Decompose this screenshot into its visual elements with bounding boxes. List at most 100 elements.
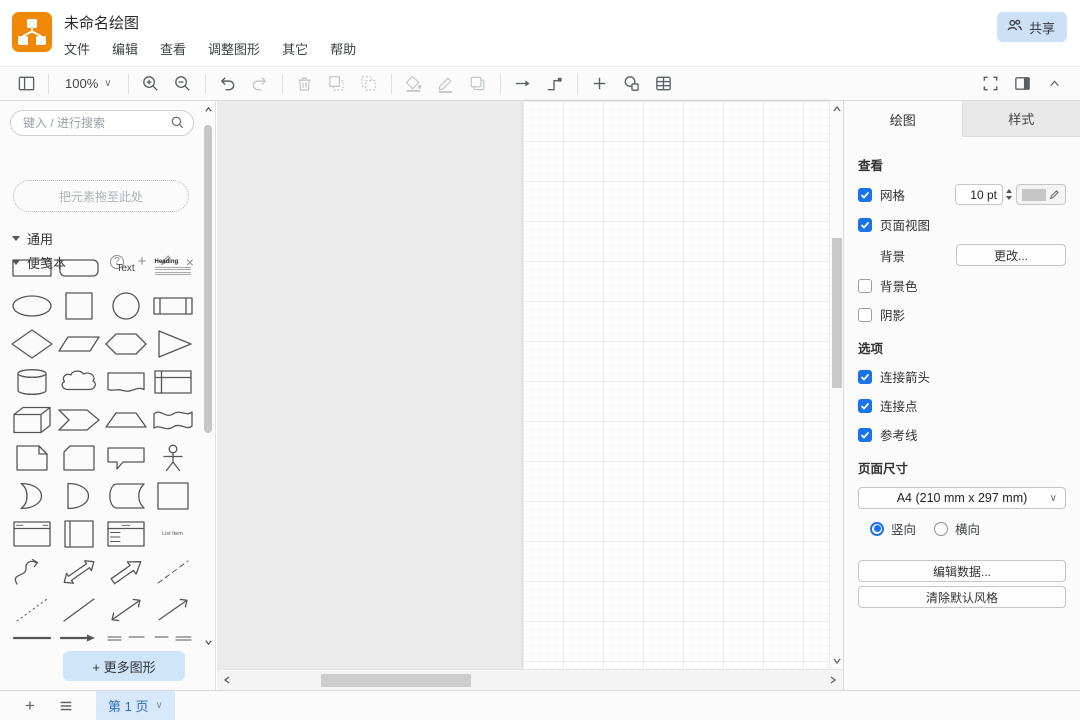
tab-style[interactable]: 样式	[963, 101, 1080, 137]
shape-dotted-line[interactable]	[8, 591, 55, 629]
shape-list[interactable]	[102, 515, 149, 553]
shape-tape[interactable]	[149, 401, 196, 439]
fill-color-icon[interactable]	[398, 70, 430, 98]
canvas-vertical-scrollbar[interactable]	[829, 101, 843, 669]
page-tab[interactable]: 第 1 页 ∨	[96, 691, 175, 720]
undo-icon[interactable]	[212, 70, 244, 98]
shape-vertical-container[interactable]	[55, 515, 102, 553]
shape-dashed-line[interactable]	[149, 553, 196, 591]
change-background-button[interactable]: 更改...	[956, 244, 1066, 266]
shape-square[interactable]	[55, 287, 102, 325]
shape-ellipse[interactable]	[8, 287, 55, 325]
guides-checkbox[interactable]	[858, 428, 872, 442]
add-page-button[interactable]: +	[12, 691, 48, 720]
scroll-up-icon[interactable]	[831, 103, 843, 115]
shape-hexagon[interactable]	[102, 325, 149, 363]
collapse-toolbar-icon[interactable]	[1038, 70, 1070, 98]
format-panel-toggle-icon[interactable]	[1006, 70, 1038, 98]
app-logo-icon[interactable]	[12, 12, 52, 52]
insert-icon[interactable]	[584, 70, 616, 98]
grid-color-button[interactable]	[1016, 184, 1066, 205]
shape-note[interactable]	[8, 439, 55, 477]
shape-cylinder[interactable]	[8, 363, 55, 401]
shape-cloud[interactable]	[55, 363, 102, 401]
waypoints-icon[interactable]	[539, 70, 571, 98]
shape-list-item[interactable]: List Item	[149, 515, 196, 553]
background-color-checkbox[interactable]	[858, 279, 872, 293]
menu-edit[interactable]: 编辑	[112, 39, 138, 58]
scroll-down-icon[interactable]	[202, 636, 214, 648]
drawing-canvas[interactable]	[217, 101, 843, 690]
shape-parallelogram[interactable]	[55, 325, 102, 363]
search-input[interactable]	[10, 110, 194, 136]
document-title[interactable]: 未命名绘图	[64, 12, 139, 33]
table-icon[interactable]	[648, 70, 680, 98]
shadow-checkbox[interactable]	[858, 308, 872, 322]
general-header[interactable]: 通用	[12, 229, 53, 248]
grid-size-stepper[interactable]	[1006, 189, 1012, 200]
share-button[interactable]: 共享	[997, 12, 1067, 42]
scroll-down-icon[interactable]	[831, 655, 843, 667]
shape-circle[interactable]	[102, 287, 149, 325]
shape-horizontal-line[interactable]	[8, 629, 55, 645]
menu-extras[interactable]: 其它	[282, 39, 308, 58]
shape-link[interactable]	[102, 629, 149, 645]
shape-dashed-link[interactable]	[149, 629, 196, 645]
shape-diamond[interactable]	[8, 325, 55, 363]
landscape-option[interactable]: 横向	[934, 519, 980, 538]
shape-window[interactable]	[8, 515, 55, 553]
connection-arrow-icon[interactable]	[507, 70, 539, 98]
shape-directional-connector[interactable]	[149, 591, 196, 629]
portrait-radio[interactable]	[870, 522, 884, 536]
scrollbar-thumb[interactable]	[832, 238, 842, 388]
zoom-in-icon[interactable]	[135, 70, 167, 98]
redo-icon[interactable]	[244, 70, 276, 98]
scrollbar-thumb[interactable]	[204, 125, 212, 433]
scrollbar-thumb[interactable]	[321, 674, 471, 687]
shape-step[interactable]	[55, 401, 102, 439]
shape-bidirectional-connector[interactable]	[102, 591, 149, 629]
zoom-out-icon[interactable]	[167, 70, 199, 98]
sidebar-scrollbar[interactable]	[202, 103, 214, 648]
insert-shape-icon[interactable]	[616, 70, 648, 98]
scroll-right-icon[interactable]	[827, 674, 839, 686]
menu-arrange[interactable]: 调整图形	[208, 39, 260, 58]
menu-file[interactable]: 文件	[64, 39, 90, 58]
paper-size-select[interactable]: A4 (210 mm x 297 mm) ∨	[858, 487, 1066, 509]
landscape-radio[interactable]	[934, 522, 948, 536]
shape-document[interactable]	[102, 363, 149, 401]
to-front-icon[interactable]	[321, 70, 353, 98]
canvas-horizontal-scrollbar[interactable]	[217, 669, 843, 690]
scroll-left-icon[interactable]	[221, 674, 233, 686]
portrait-option[interactable]: 竖向	[870, 519, 916, 538]
grid-size-input[interactable]	[955, 184, 1003, 205]
delete-icon[interactable]	[289, 70, 321, 98]
shape-bidirectional-arrow[interactable]	[55, 553, 102, 591]
toggle-shapes-panel-icon[interactable]	[10, 70, 42, 98]
page-view-checkbox[interactable]	[858, 218, 872, 232]
shadow-icon[interactable]	[462, 70, 494, 98]
to-back-icon[interactable]	[353, 70, 385, 98]
clear-default-style-button[interactable]: 清除默认风格	[858, 586, 1066, 608]
shape-text[interactable]: Text	[102, 249, 149, 287]
shape-arrow[interactable]	[102, 553, 149, 591]
shape-internal-storage[interactable]	[149, 363, 196, 401]
more-shapes-button[interactable]: + 更多图形	[63, 651, 185, 681]
connection-arrows-checkbox[interactable]	[858, 370, 872, 384]
zoom-dropdown[interactable]: 100% ∨	[55, 70, 122, 98]
shape-triangle[interactable]	[149, 325, 196, 363]
scroll-up-icon[interactable]	[202, 103, 214, 115]
shape-callout[interactable]	[102, 439, 149, 477]
shape-rectangle[interactable]	[8, 249, 55, 287]
menu-help[interactable]: 帮助	[330, 39, 356, 58]
line-color-icon[interactable]	[430, 70, 462, 98]
shape-heading[interactable]: Heading	[149, 249, 196, 287]
edit-data-button[interactable]: 编辑数据...	[858, 560, 1066, 582]
fullscreen-icon[interactable]	[974, 70, 1006, 98]
shape-trapezoid[interactable]	[102, 401, 149, 439]
shape-and[interactable]	[55, 477, 102, 515]
pages-menu-icon[interactable]	[48, 691, 84, 720]
tab-diagram[interactable]: 绘图	[844, 101, 963, 137]
scratchpad-dropzone[interactable]: 把元素拖至此处	[13, 180, 189, 212]
shape-actor[interactable]	[149, 439, 196, 477]
